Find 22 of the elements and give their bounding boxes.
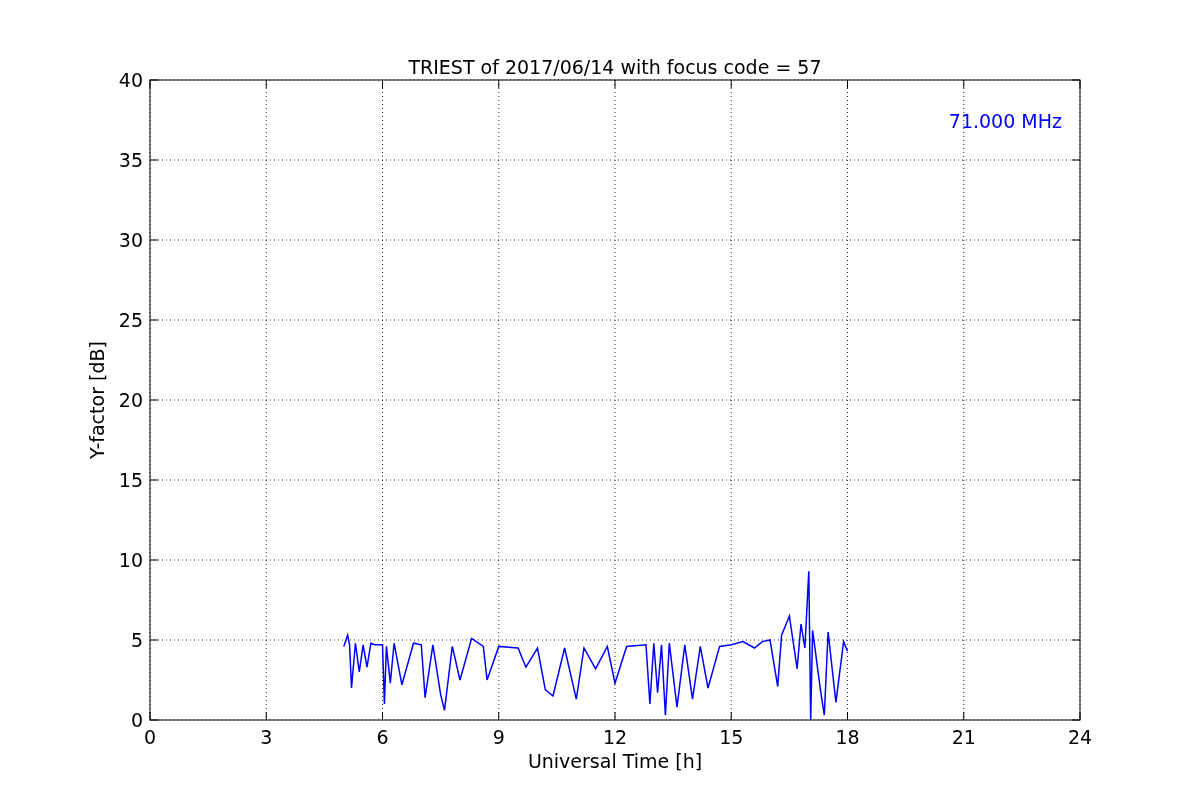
x-tick-label: 12 [602,726,628,748]
y-tick-label: 20 [118,389,143,411]
y-tick-label: 40 [118,69,143,91]
x-tick-label: 15 [719,726,744,748]
x-tick-label: 3 [260,726,273,748]
x-axis-label: Universal Time [h] [527,750,703,772]
y-axis-label: Y-factor [dB] [86,341,108,459]
series-label: 71.000 MHz [948,110,1062,132]
x-tick-label: 9 [492,726,505,748]
x-tick-label: 0 [143,726,157,748]
x-tick-label: 21 [951,726,976,748]
y-tick-label: 0 [130,709,143,731]
x-tick-label: 6 [376,726,389,748]
y-tick-label: 15 [118,469,143,491]
y-tick-label: 10 [118,549,143,571]
chart-title: TRIEST of 2017/06/14 with focus code = 57 [408,56,822,78]
y-tick-label: 5 [130,629,143,651]
x-tick-label: 24 [1067,726,1093,748]
y-tick-label: 25 [118,309,143,331]
y-tick-label: 30 [118,229,143,251]
x-tick-label: 18 [835,726,860,748]
y-tick-label: 35 [118,149,143,171]
